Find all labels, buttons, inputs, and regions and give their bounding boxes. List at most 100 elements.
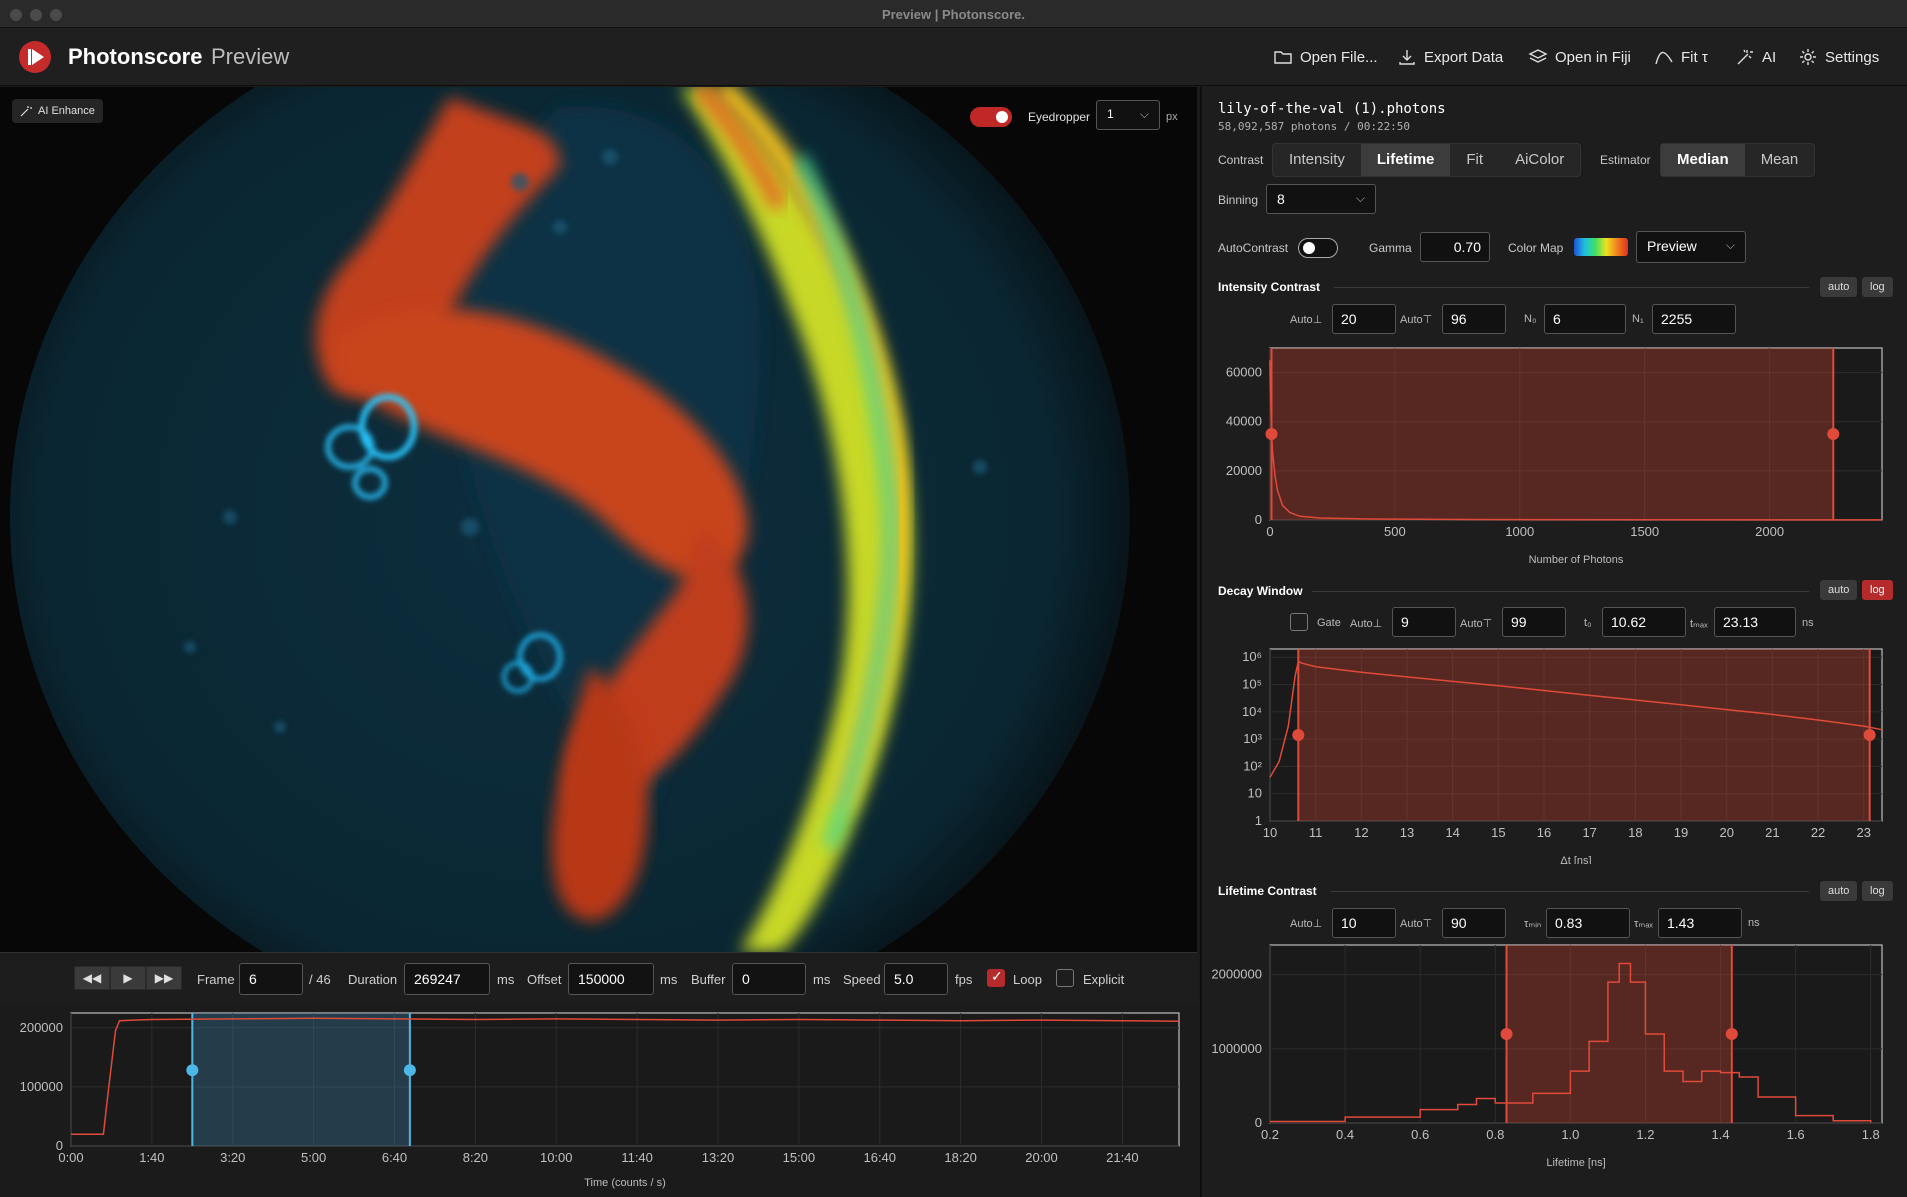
fit-tau-button[interactable]: Fit τ xyxy=(1654,46,1708,68)
y-tick-label: 0 xyxy=(1255,1115,1262,1130)
decay-auto-low-input[interactable]: 9 xyxy=(1392,607,1456,637)
x-tick-label: 21:40 xyxy=(1106,1150,1139,1165)
intensity-auto-button[interactable]: auto xyxy=(1820,277,1858,297)
eyedropper-toggle[interactable] xyxy=(970,107,1012,127)
lifetime-auto-high-label: Auto⊤ xyxy=(1400,918,1433,930)
ai-enhance-button[interactable]: AI Enhance xyxy=(12,99,103,123)
contrast-option-lifetime[interactable]: Lifetime xyxy=(1360,144,1451,176)
divider xyxy=(1330,891,1809,892)
x-tick-label: 14 xyxy=(1445,825,1459,840)
export-data-button[interactable]: Export Data xyxy=(1397,46,1503,68)
speed-unit: fps xyxy=(955,972,973,987)
layers-icon xyxy=(1528,49,1548,63)
flim-image[interactable] xyxy=(0,87,1197,952)
x-tick-label: 5:00 xyxy=(301,1150,326,1165)
buffer-input[interactable]: 0 xyxy=(732,963,806,995)
chevron-down-icon: ⌵ xyxy=(1355,191,1365,205)
x-tick-label: 1000 xyxy=(1505,524,1534,539)
duration-unit: ms xyxy=(497,972,515,987)
lifetime-contrast-title: Lifetime Contrast xyxy=(1218,884,1317,898)
frame-label: Frame xyxy=(197,972,235,987)
offset-input[interactable]: 150000 xyxy=(568,963,654,995)
frame-input[interactable]: 6 xyxy=(239,963,303,995)
binning-select[interactable]: 8 ⌵ xyxy=(1266,184,1376,214)
range-end-handle xyxy=(1827,428,1840,440)
open-in-fiji-button[interactable]: Open in Fiji xyxy=(1528,46,1631,68)
n0-label: N₀ xyxy=(1524,313,1537,325)
decay-tmax-input[interactable]: 23.13 xyxy=(1714,607,1796,637)
x-axis-label: Lifetime [ns] xyxy=(1546,1157,1605,1169)
estimator-option-mean[interactable]: Mean xyxy=(1745,144,1815,176)
decay-auto-low-label: Auto⊥ xyxy=(1350,618,1383,630)
y-tick-label: 1 xyxy=(1255,813,1262,828)
x-tick-label: 11:40 xyxy=(621,1150,653,1165)
intensity-histogram[interactable]: 0 500 1000 1500 20000200004000060000Number o… xyxy=(1202,343,1902,563)
duration-input[interactable]: 269247 xyxy=(404,963,490,995)
lifetime-auto-high-input[interactable]: 90 xyxy=(1442,908,1506,938)
intensity-auto-high-input[interactable]: 96 xyxy=(1442,304,1506,334)
tmin-label: τₘᵢₙ xyxy=(1524,918,1542,930)
colormap-label: Color Map xyxy=(1508,241,1564,255)
x-tick-label: 23 xyxy=(1856,825,1870,840)
ai-button[interactable]: AI xyxy=(1735,46,1776,68)
intensity-log-button[interactable]: log xyxy=(1862,277,1893,297)
contrast-option-aicolor[interactable]: AiColor xyxy=(1499,144,1580,176)
colormap-select[interactable]: Preview ⌵ xyxy=(1636,231,1746,263)
lifetime-log-button[interactable]: log xyxy=(1862,881,1893,901)
y-tick-label: 1000000 xyxy=(1211,1041,1262,1056)
rewind-button[interactable]: ◀◀ xyxy=(74,966,110,990)
settings-button[interactable]: Settings xyxy=(1798,46,1879,68)
x-tick-label: 8:20 xyxy=(463,1150,488,1165)
t0-input[interactable]: 10.62 xyxy=(1602,607,1686,637)
play-button[interactable]: ▶ xyxy=(110,966,146,990)
explicit-checkbox[interactable] xyxy=(1056,969,1074,987)
x-tick-label: 16 xyxy=(1537,825,1551,840)
x-tick-label: 12 xyxy=(1354,825,1368,840)
lifetime-histogram[interactable]: 0.2 0.4 0.6 0.8 1.0 1.2 1.4 1.6 1.8 0 1000000 20000… xyxy=(1202,942,1902,1192)
decay-auto-high-input[interactable]: 99 xyxy=(1502,607,1566,637)
decay-auto-button[interactable]: auto xyxy=(1820,580,1858,600)
decay-log-button[interactable]: log xyxy=(1862,580,1893,600)
decay-histogram[interactable]: 10 11 12 13 14 15 16 17 18 19 20 21 22 2311010²10³10⁴… xyxy=(1202,644,1902,864)
autocontrast-label: AutoContrast xyxy=(1218,241,1289,255)
contrast-option-fit[interactable]: Fit xyxy=(1450,144,1499,176)
title-bar: Preview | Photonscore. xyxy=(0,0,1907,28)
open-in-fiji-label: Open in Fiji xyxy=(1555,48,1631,66)
lifetime-tmax-label: τₘₐₓ xyxy=(1634,918,1653,930)
window-title: Preview | Photonscore. xyxy=(881,7,1026,22)
lifetime-tmax-input[interactable]: 1.43 xyxy=(1658,908,1742,938)
autocontrast-toggle[interactable] xyxy=(1298,238,1338,258)
frame-total: / 46 xyxy=(309,972,331,987)
y-tick-label: 10² xyxy=(1243,758,1262,773)
x-tick-label: 6:40 xyxy=(382,1150,407,1165)
intensity-auto-low-input[interactable]: 20 xyxy=(1332,304,1396,334)
fast-forward-button[interactable]: ▶▶ xyxy=(146,966,182,990)
range-start-handle xyxy=(186,1064,199,1077)
estimator-option-median[interactable]: Median xyxy=(1661,144,1745,176)
gamma-input[interactable]: 0.70 xyxy=(1420,232,1490,262)
y-tick-label: 10⁶ xyxy=(1242,649,1262,664)
eyedropper-size-select[interactable]: 1 ⌵ xyxy=(1096,100,1160,130)
lifetime-auto-low-input[interactable]: 10 xyxy=(1332,908,1396,938)
x-tick-label: 15:00 xyxy=(783,1150,816,1165)
ai-label: AI xyxy=(1762,48,1777,66)
range-end-handle xyxy=(1725,1028,1738,1040)
open-file-button[interactable]: Open File... xyxy=(1273,46,1378,68)
toolbar: Photonscore Preview Open File... Export … xyxy=(0,28,1907,86)
binning-value: 8 xyxy=(1277,191,1285,207)
intensity-auto-high-label: Auto⊤ xyxy=(1400,314,1433,326)
x-tick-label: 13:20 xyxy=(702,1150,735,1165)
contrast-option-intensity[interactable]: Intensity xyxy=(1273,144,1361,176)
speed-input[interactable]: 5.0 xyxy=(884,963,948,995)
x-axis-label: Number of Photons xyxy=(1529,554,1624,563)
fit-tau-label: Fit τ xyxy=(1681,48,1708,66)
lifetime-auto-button[interactable]: auto xyxy=(1820,881,1858,901)
n0-input[interactable]: 6 xyxy=(1544,304,1626,334)
gate-checkbox[interactable] xyxy=(1290,613,1308,631)
tmin-input[interactable]: 0.83 xyxy=(1546,908,1630,938)
image-viewer[interactable]: AI Enhance Eyedropper 1 ⌵ px xyxy=(0,87,1197,952)
n1-input[interactable]: 2255 xyxy=(1652,304,1736,334)
timeline-chart[interactable]: 0:00 1:40 3:20 5:00 6:40 8:20 10:00 11:40 13:20 1… xyxy=(0,1003,1197,1197)
loop-checkbox[interactable] xyxy=(987,968,1005,987)
file-meta: 58,092,587 photons / 00:22:50 xyxy=(1218,120,1411,133)
